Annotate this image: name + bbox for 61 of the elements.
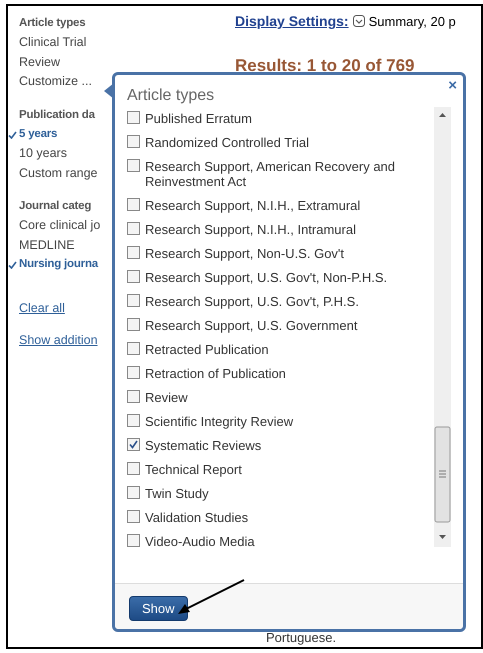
dropdown-icon[interactable] [352,15,365,27]
filter-item[interactable]: Core clinical jo [19,216,111,236]
checkbox-label[interactable]: Research Support, American Recovery and Reinvestment Act [145,159,434,189]
checkbox-label[interactable]: Randomized Controlled Trial [145,135,310,150]
checkbox-label[interactable]: Research Support, N.I.H., Intramural [145,222,356,237]
sidebar-link[interactable]: Clear all [19,298,111,316]
checkbox[interactable] [127,390,140,403]
checkbox[interactable] [127,198,140,211]
checkbox[interactable] [127,462,140,475]
checkbox-label[interactable]: Research Support, U.S. Gov't, P.H.S. [145,294,359,309]
filter-heading: Article types [19,16,86,31]
filter-item[interactable]: Review [19,52,111,72]
close-button[interactable]: × [448,77,457,105]
filter-item[interactable]: Customize ... [19,72,111,92]
filter-item[interactable]: 5 years [19,124,111,144]
checkbox-label[interactable]: Research Support, N.I.H., Extramural [145,198,360,213]
checkbox-label[interactable]: Research Support, U.S. Gov't, Non-P.H.S. [145,270,388,285]
checkbox[interactable] [127,342,140,355]
popup-title: Article types [127,87,214,105]
checkbox-label[interactable]: Retraction of Publication [145,366,286,381]
checkbox-label[interactable]: Twin Study [145,486,209,501]
checkbox[interactable] [127,486,140,499]
checkbox-label[interactable]: Scientific Integrity Review [145,414,294,429]
results-count: Results: 1 to 20 of 769 [235,56,416,76]
checkbox[interactable] [127,534,140,547]
checkbox[interactable] [127,111,140,124]
filter-item[interactable]: Custom range [19,164,111,183]
checkbox[interactable] [127,438,140,451]
checkbox[interactable] [127,159,140,172]
checkbox-label[interactable]: Technical Report [145,462,242,477]
checkbox-label[interactable]: Review [145,390,188,405]
checkbox[interactable] [127,294,140,307]
checkbox-label[interactable]: Validation Studies [145,510,248,525]
checkbox[interactable] [127,414,140,427]
filter-item[interactable]: Nursing journa [19,255,111,274]
filter-item[interactable]: MEDLINE [19,236,111,255]
check-icon [8,130,17,138]
checkbox[interactable] [127,510,140,523]
checkbox-label[interactable]: Published Erratum [145,111,252,126]
filter-item[interactable]: Clinical Trial [19,33,111,52]
checkbox-label[interactable]: Retracted Publication [145,342,269,357]
checkbox-label[interactable]: Video-Audio Media [145,534,255,549]
filter-heading: Journal categ [19,199,92,214]
sidebar-link[interactable]: Show addition [19,330,111,348]
check-icon [8,261,17,269]
checkbox[interactable] [127,366,140,379]
result-text: Portuguese. [266,630,336,645]
display-summary: Summary, 20 p [368,14,456,28]
checkbox[interactable] [127,246,140,259]
checkbox[interactable] [127,318,140,331]
checkbox-label[interactable]: Systematic Reviews [145,438,262,453]
filter-item[interactable]: 10 years [19,144,111,164]
scrollbar[interactable] [434,107,451,547]
display-settings-link[interactable]: Display Settings: [235,13,349,29]
checkbox[interactable] [127,270,140,283]
checkbox-label[interactable]: Research Support, U.S. Government [145,318,358,333]
checkbox[interactable] [127,135,140,148]
checkbox-label[interactable]: Research Support, Non-U.S. Gov't [145,246,344,261]
filter-heading: Publication da [19,108,96,122]
show-button[interactable]: Show [129,596,188,621]
checkbox[interactable] [127,222,140,235]
